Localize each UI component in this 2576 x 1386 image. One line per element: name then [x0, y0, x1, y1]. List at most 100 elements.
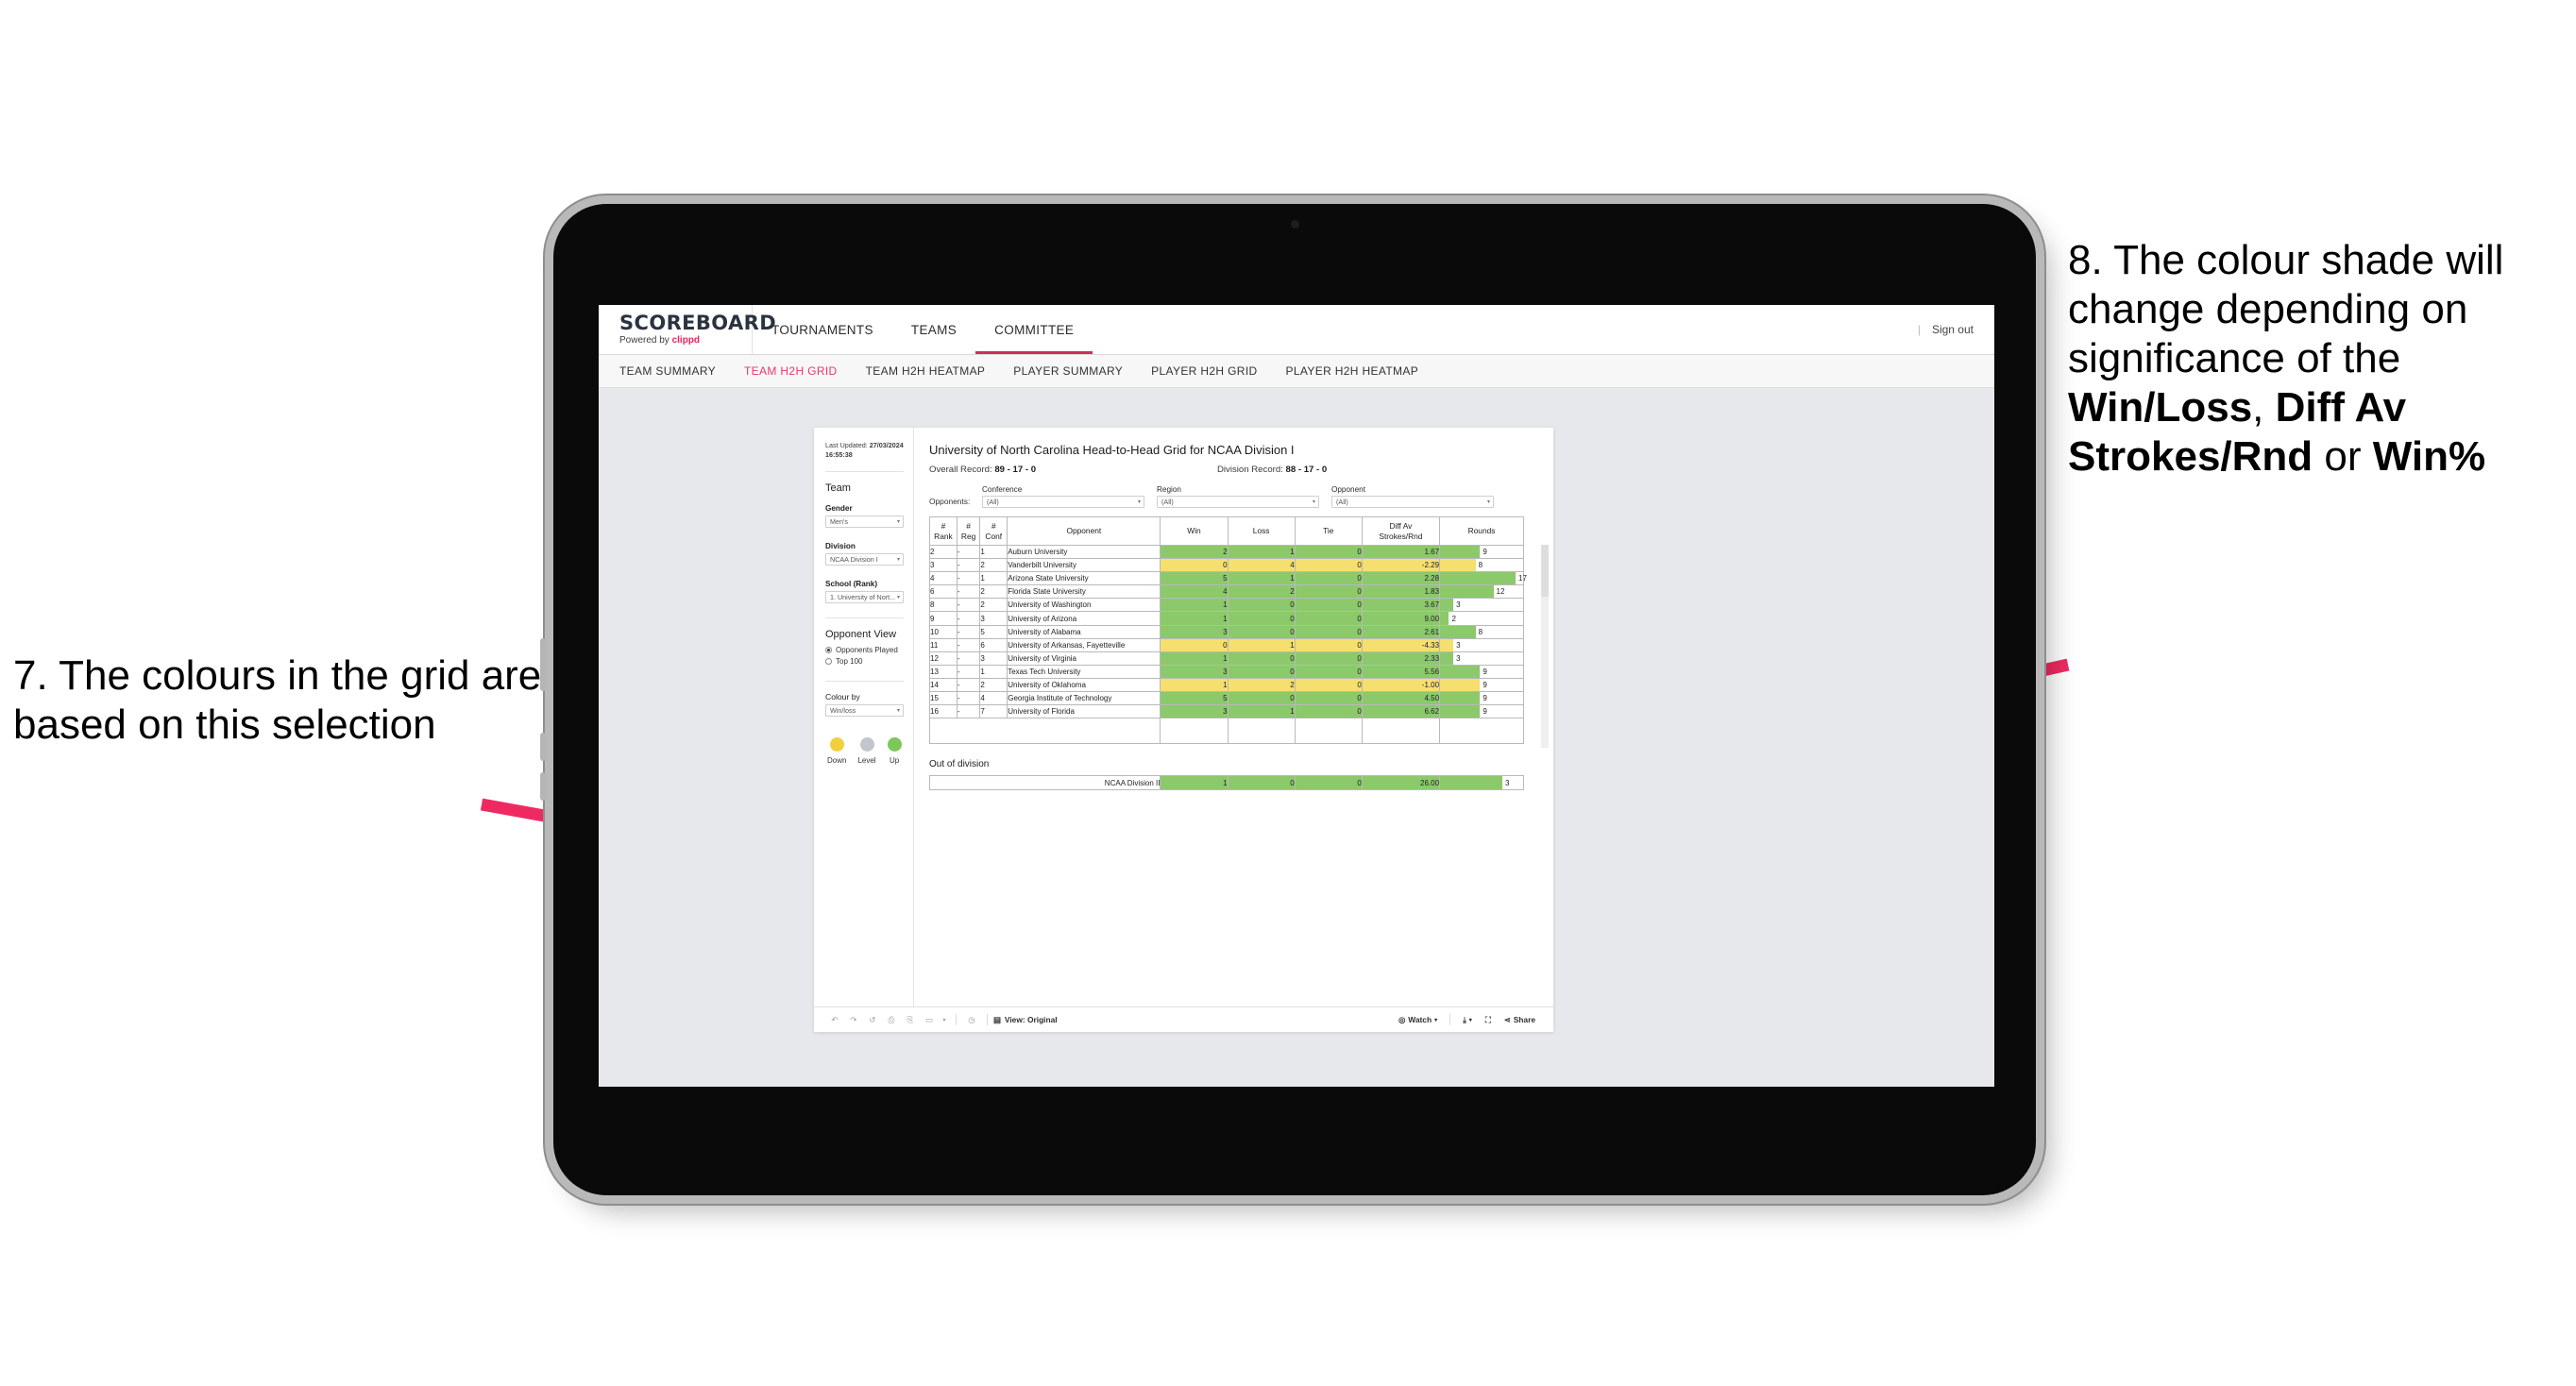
- fullscreen-button[interactable]: ⛶: [1479, 1015, 1498, 1025]
- col-header-conf: # Conf: [979, 516, 1008, 546]
- table-row[interactable]: 14-2 University of Oklahoma 1 2 0 -1.00 9: [929, 677, 1524, 693]
- out-of-division-table: NCAA Division II 1 0 0 26.00 3: [928, 775, 1524, 791]
- cell-win: 2: [1160, 544, 1229, 560]
- cell-rank: 4: [929, 571, 958, 586]
- cell-opponent: Arizona State University: [1007, 571, 1161, 586]
- table-row[interactable]: 11-6 University of Arkansas, Fayetteville…: [929, 637, 1524, 652]
- sign-out-link[interactable]: Sign out: [1932, 323, 1974, 336]
- table-row[interactable]: 4-1 Arizona State University 5 1 0 2.28 17: [929, 571, 1527, 586]
- power-button[interactable]: [540, 638, 546, 691]
- filter-region: Region (All) ▾: [1157, 485, 1319, 508]
- cell-rounds: 9: [1439, 544, 1524, 560]
- radio-top-100[interactable]: Top 100: [825, 657, 904, 666]
- logo-tagline: Powered by clippd: [619, 336, 752, 346]
- cell-diff: 1.83: [1361, 584, 1441, 600]
- filter-region-select[interactable]: (All) ▾: [1157, 496, 1319, 508]
- cell-conf: 2: [979, 584, 1008, 600]
- tab-team-summary[interactable]: TEAM SUMMARY: [619, 364, 716, 378]
- download-icon: ⤓: [1463, 1014, 1466, 1024]
- cell-conf: 2: [979, 558, 1008, 573]
- table-row[interactable]: 3-2 Vanderbilt University 0 4 0 -2.29 8: [929, 558, 1524, 573]
- cell-conf: 1: [979, 664, 1008, 679]
- share-button[interactable]: ⋖ Share: [1498, 1015, 1542, 1024]
- cell-tie: 0: [1294, 544, 1363, 560]
- radio-opponents-played[interactable]: Opponents Played: [825, 646, 904, 654]
- refresh-data-icon[interactable]: ⎙: [882, 1015, 901, 1025]
- col-header-win: Win: [1160, 516, 1229, 546]
- view-original-button[interactable]: ▤ View: Original: [993, 1015, 1058, 1024]
- nav-item-committee[interactable]: COMMITTEE: [975, 305, 1093, 354]
- watch-button[interactable]: ◎ Watch ▾: [1392, 1015, 1444, 1024]
- gender-select[interactable]: Men's ▾: [825, 515, 904, 528]
- sidebar-divider-1: [825, 470, 904, 472]
- cell-reg: -: [956, 677, 981, 693]
- cell-rounds: 3: [1439, 637, 1524, 652]
- tab-team-h2h-heatmap[interactable]: TEAM H2H HEATMAP: [866, 364, 986, 378]
- cell-reg: -: [956, 637, 981, 652]
- tab-player-summary[interactable]: PLAYER SUMMARY: [1013, 364, 1123, 378]
- cell-reg: -: [956, 624, 981, 639]
- school-select[interactable]: 1. University of Nort... ▾: [825, 590, 904, 603]
- pause-updates-icon[interactable]: ⎘: [901, 1015, 920, 1025]
- cell-diff: -4.33: [1361, 637, 1441, 652]
- cell-win: 1: [1160, 598, 1229, 613]
- cell-loss: 1: [1227, 704, 1296, 719]
- table-row[interactable]: 8-2 University of Washington 1 0 0 3.67 3: [929, 598, 1524, 613]
- table-row[interactable]: 10-5 University of Alabama 3 0 0 2.61 8: [929, 624, 1524, 639]
- table-row[interactable]: 6-2 Florida State University 4 2 0 1.83 12: [929, 584, 1524, 600]
- cell-reg: -: [956, 704, 981, 719]
- table-row[interactable]: 12-3 University of Virginia 1 0 0 2.33 3: [929, 651, 1524, 666]
- table-row[interactable]: 16-7 University of Florida 3 1 0 6.62 9: [929, 704, 1524, 719]
- app-logo[interactable]: SCOREBOARD Powered by clippd: [599, 305, 776, 354]
- highlight-icon[interactable]: ▭: [920, 1015, 939, 1025]
- cell-win: 3: [1160, 704, 1229, 719]
- filter-opponent-select[interactable]: (All) ▾: [1331, 496, 1494, 508]
- highlight-dropdown-icon[interactable]: ▾: [939, 1017, 950, 1023]
- table-row[interactable]: 9-3 University of Arizona 1 0 0 9.00 2: [929, 611, 1524, 626]
- rounds-bar: [1440, 612, 1449, 625]
- rounds-bar: [1440, 599, 1454, 612]
- nav-item-tournaments[interactable]: TOURNAMENTS: [753, 305, 892, 354]
- table-row[interactable]: 2-1 Auburn University 2 1 0 1.67 9: [929, 544, 1524, 560]
- filter-opponent: Opponent (All) ▾: [1331, 485, 1494, 508]
- out-of-division-title: Out of division: [929, 759, 990, 770]
- history-icon[interactable]: ◷: [962, 1015, 981, 1025]
- cell-reg: -: [956, 598, 981, 613]
- filter-sidebar: Last Updated: 27/03/2024 16:55:38 Team G…: [814, 428, 914, 1006]
- grid-scrollbar-thumb[interactable]: [1541, 545, 1549, 597]
- cell-loss: 0: [1227, 624, 1296, 639]
- cell-opponent: University of Washington: [1007, 598, 1161, 613]
- volume-down-button[interactable]: [540, 772, 546, 801]
- cell-reg: -: [956, 544, 981, 560]
- volume-up-button[interactable]: [540, 733, 546, 761]
- table-row[interactable]: 13-1 Texas Tech University 3 0 0 5.56 9: [929, 664, 1524, 679]
- download-button[interactable]: ⤓ ▾: [1456, 1015, 1479, 1025]
- h2h-grid-header-row: # Rank # Reg # Conf Opponent Win Loss Tie D…: [929, 516, 1524, 546]
- redo-icon[interactable]: ↷: [844, 1015, 863, 1025]
- division-select[interactable]: NCAA Division I ▾: [825, 552, 904, 566]
- revert-icon[interactable]: ↺: [863, 1015, 882, 1025]
- cell-loss: 0: [1227, 664, 1296, 679]
- cell-loss: 0: [1227, 598, 1296, 613]
- rounds-bar: [1440, 638, 1454, 651]
- cell-opponent: Vanderbilt University: [1007, 558, 1161, 573]
- toolbar-divider-3: [1449, 1014, 1451, 1025]
- nav-item-teams[interactable]: TEAMS: [892, 305, 975, 354]
- filter-conference-select[interactable]: (All) ▾: [982, 496, 1144, 508]
- undo-icon[interactable]: ↶: [825, 1015, 844, 1025]
- blank-cell-tie: [1294, 718, 1363, 745]
- tab-player-h2h-heatmap[interactable]: PLAYER H2H HEATMAP: [1286, 364, 1419, 378]
- tab-player-h2h-grid[interactable]: PLAYER H2H GRID: [1151, 364, 1257, 378]
- cell-rounds: 3: [1439, 651, 1524, 666]
- tab-team-h2h-grid[interactable]: TEAM H2H GRID: [744, 364, 838, 378]
- grid-scrollbar-track[interactable]: [1541, 545, 1549, 748]
- radio-selected-icon: [825, 646, 832, 653]
- view-original-label: View: Original: [1004, 1015, 1058, 1024]
- table-row[interactable]: 15-4 Georgia Institute of Technology 5 0 0 4.…: [929, 691, 1524, 706]
- cell-loss: 2: [1227, 677, 1296, 693]
- cell-conf: 3: [979, 651, 1008, 666]
- sidebar-divider-3: [825, 680, 904, 682]
- ood-rounds-bar: [1440, 776, 1503, 790]
- colour-by-select[interactable]: Win/loss ▾: [825, 703, 904, 717]
- rounds-value: 9: [1483, 707, 1487, 717]
